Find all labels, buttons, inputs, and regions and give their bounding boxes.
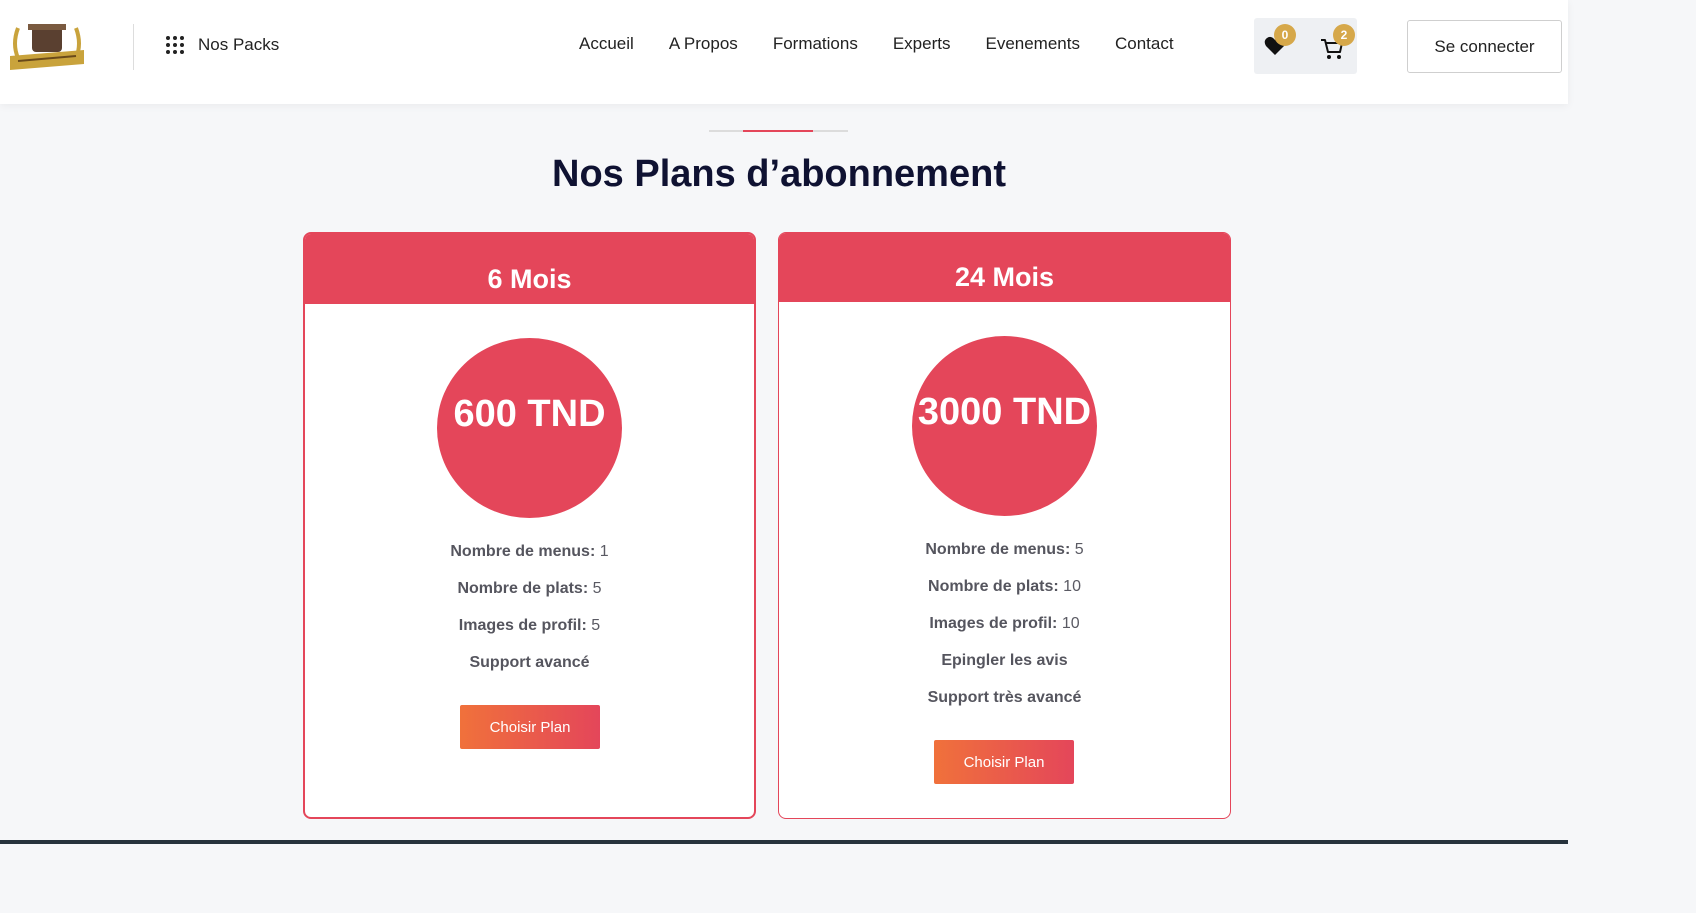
site-header: Nos Packs Accueil A Propos Formations Ex…: [0, 0, 1568, 104]
nav-experts[interactable]: Experts: [893, 34, 951, 54]
nos-packs-label: Nos Packs: [198, 35, 280, 54]
login-button[interactable]: Se connecter: [1407, 20, 1562, 73]
title-divider-accent: [743, 130, 813, 132]
nos-packs-menu[interactable]: Nos Packs: [166, 35, 279, 55]
page-title: Nos Plans d’abonnement: [552, 153, 1006, 195]
plan-features: Nombre de menus: 5 Nombre de plats: 10 I…: [779, 538, 1230, 723]
plan-card-6-mois: 6 Mois 600 TND Nombre de menus: 1 Nombre…: [303, 232, 756, 819]
plan-price: 3000 TND: [912, 336, 1097, 516]
nav-formations[interactable]: Formations: [773, 34, 858, 54]
favorites-count-badge: 0: [1274, 24, 1296, 46]
plan-features: Nombre de menus: 1 Nombre de plats: 5 Im…: [305, 540, 754, 688]
feature-support: Support avancé: [469, 654, 590, 671]
header-divider: [133, 24, 134, 70]
choose-plan-button[interactable]: Choisir Plan: [460, 705, 600, 749]
nav-evenements[interactable]: Evenements: [985, 34, 1080, 54]
plan-duration: 24 Mois: [779, 233, 1230, 302]
plan-duration: 6 Mois: [305, 234, 754, 304]
nav-accueil[interactable]: Accueil: [579, 34, 634, 54]
feature-epingler: Epingler les avis: [941, 652, 1068, 669]
nav-a-propos[interactable]: A Propos: [669, 34, 738, 54]
feature-support: Support très avancé: [927, 689, 1082, 706]
nav-contact[interactable]: Contact: [1115, 34, 1174, 54]
main-nav: Accueil A Propos Formations Experts Even…: [579, 34, 1209, 54]
plan-price: 600 TND: [437, 338, 622, 518]
footer-strip: [0, 840, 1568, 844]
feature-images: Images de profil: 5: [458, 617, 601, 634]
couscous-logo[interactable]: [8, 14, 86, 74]
choose-plan-button[interactable]: Choisir Plan: [934, 740, 1074, 784]
plan-card-24-mois: 24 Mois 3000 TND Nombre de menus: 5 Nomb…: [778, 232, 1231, 819]
user-actions: 0 2: [1254, 18, 1357, 74]
feature-images: Images de profil: 10: [929, 615, 1080, 632]
feature-plats: Nombre de plats: 5: [457, 580, 602, 597]
grid-dots-icon: [166, 36, 184, 54]
cart-count-badge: 2: [1333, 24, 1355, 46]
feature-menus: Nombre de menus: 1: [450, 543, 609, 560]
feature-menus: Nombre de menus: 5: [925, 541, 1084, 558]
feature-plats: Nombre de plats: 10: [928, 578, 1081, 595]
